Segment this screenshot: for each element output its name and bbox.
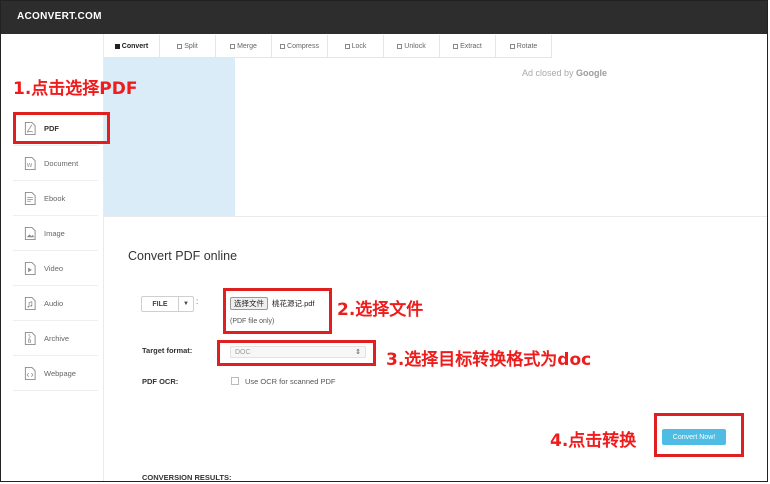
sidebar-item-audio[interactable]: Audio (13, 286, 98, 321)
ad-brand: Google (576, 68, 608, 78)
image-icon (24, 226, 36, 240)
tab-label: Compress (287, 42, 319, 50)
annotation-step2: 2.选择文件 (337, 300, 424, 320)
tab-extract[interactable]: Extract (440, 35, 496, 57)
file-button-label: FILE (142, 297, 179, 311)
annotation-box-pdf (13, 112, 110, 144)
tab-convert[interactable]: Convert (104, 35, 160, 57)
tab-label: Rotate (516, 42, 538, 50)
webpage-icon (24, 366, 36, 380)
sidebar-item-label: Audio (44, 298, 64, 308)
document-icon: W (24, 156, 36, 170)
ocr-option-label: Use OCR for scanned PDF (245, 377, 336, 386)
annotation-step4: 4.点击转换 (550, 431, 637, 451)
tab-label: Unlock (404, 42, 426, 50)
content-divider (104, 216, 767, 217)
archive-icon (24, 331, 36, 345)
annotation-box-file (223, 288, 332, 334)
annotation-step3: 3.选择目标转换格式为doc (386, 350, 592, 370)
field-colon: : (196, 297, 199, 306)
sidebar-item-label: Ebook (44, 193, 66, 203)
annotation-box-convert (654, 413, 744, 457)
sidebar-item-document[interactable]: W Document (13, 146, 98, 181)
page-title: Convert PDF online (128, 249, 238, 263)
sidebar-item-label: Webpage (44, 368, 76, 378)
tab-label: Lock (351, 42, 367, 50)
tab-lock[interactable]: Lock (328, 35, 384, 57)
sidebar-item-webpage[interactable]: Webpage (13, 356, 98, 391)
sidebar-item-label: Video (44, 263, 64, 273)
annotation-box-format (217, 340, 376, 366)
annotation-step1: 1.点击选择PDF (13, 79, 138, 99)
tab-checkbox-icon (509, 43, 515, 49)
ad-closed-text: Ad closed by (522, 68, 574, 78)
tab-rotate[interactable]: Rotate (496, 35, 552, 57)
sidebar-item-archive[interactable]: Archive (13, 321, 98, 356)
site-logo[interactable]: ACONVERT.COM (17, 11, 102, 22)
sidebar-item-image[interactable]: Image (13, 216, 98, 251)
ocr-checkbox[interactable] (231, 377, 239, 385)
pdf-ocr-label: PDF OCR: (142, 377, 179, 386)
svg-text:W: W (27, 162, 33, 168)
tab-checkbox-icon (344, 43, 350, 49)
tab-split[interactable]: Split (160, 35, 216, 57)
conversion-results-heading: CONVERSION RESULTS: (142, 473, 232, 482)
sidebar-item-label: Image (44, 228, 65, 238)
browser-frame: ACONVERT.COM Convert Split Merge Compres… (0, 0, 768, 482)
sidebar-item-label: Archive (44, 333, 70, 343)
target-format-label: Target format: (142, 346, 193, 355)
tab-compress[interactable]: Compress (272, 35, 328, 57)
audio-icon (24, 296, 36, 310)
sidebar-item-video[interactable]: Video (13, 251, 98, 286)
tab-checkbox-icon (397, 43, 403, 49)
tab-label: Convert (121, 42, 149, 50)
sidebar-item-label: Document (44, 158, 79, 168)
tab-merge[interactable]: Merge (216, 35, 272, 57)
tab-label: Extract (460, 42, 482, 50)
video-icon (24, 261, 36, 275)
tab-label: Split (184, 42, 198, 50)
tab-checkbox-icon (230, 43, 236, 49)
ebook-icon (24, 191, 36, 205)
sidebar-item-ebook[interactable]: Ebook (13, 181, 98, 216)
tab-checkbox-icon (453, 43, 459, 49)
tool-tabs: Convert Split Merge Compress Lock Unlock… (104, 35, 552, 58)
ad-closed-notice: Ad closed by Google (522, 68, 607, 78)
caret-down-icon: ▼ (183, 301, 189, 307)
tab-label: Merge (237, 42, 257, 50)
tab-checkbox-icon (177, 43, 183, 49)
tab-unlock[interactable]: Unlock (384, 35, 440, 57)
file-source-dropdown[interactable]: FILE ▼ (141, 296, 194, 312)
top-navbar: ACONVERT.COM (1, 1, 767, 34)
tab-checkbox-icon (280, 43, 286, 49)
tab-checkbox-icon (114, 43, 120, 49)
format-sidebar: PDF W Document Ebook Image Video Audio A… (13, 111, 98, 391)
